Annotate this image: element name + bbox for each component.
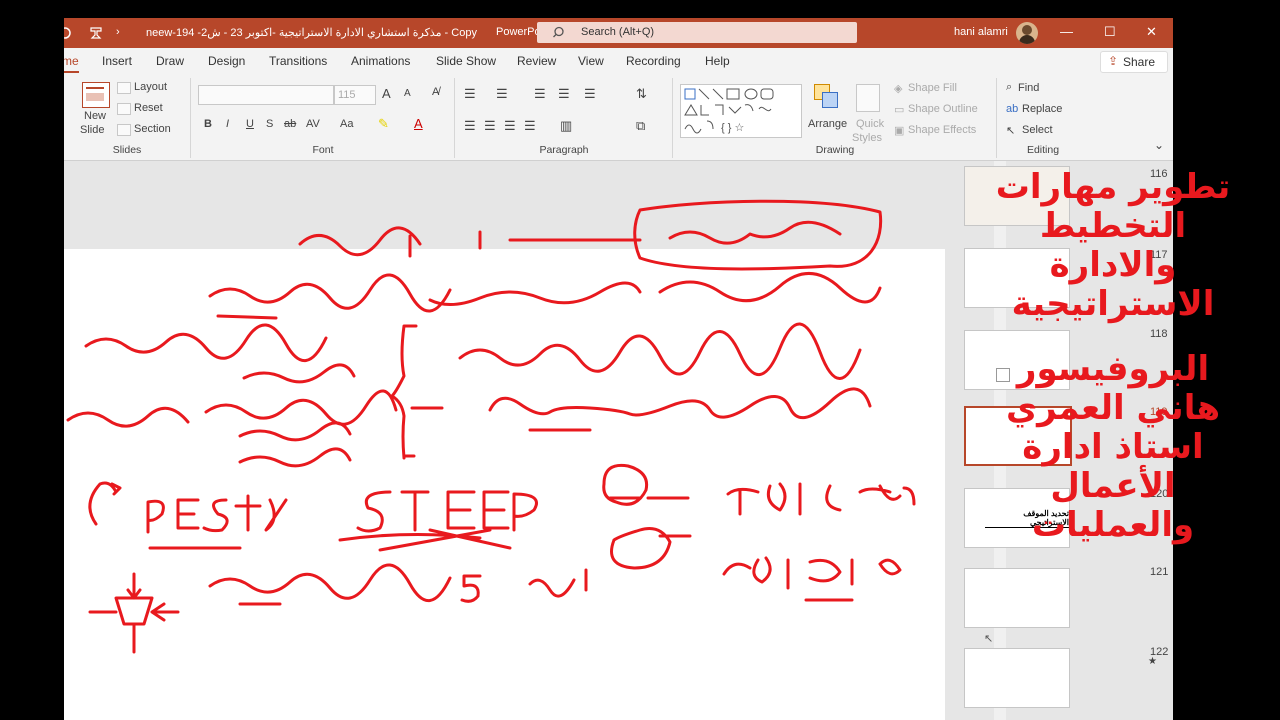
overlay-line-5: البروفيسور (1016, 349, 1210, 389)
overlay-spacer (968, 324, 1258, 350)
ink-right-tools (726, 482, 916, 516)
ink-circle-2 (610, 527, 692, 570)
ink-title-scribble (668, 220, 842, 245)
overlay-line-1: تطوير مهارات (995, 167, 1231, 207)
ink-left-1 (84, 323, 328, 363)
mouse-cursor-icon: ↖ (984, 633, 994, 645)
overlay-line-2: التخطيط (1039, 206, 1187, 246)
ink-left-5 (238, 447, 352, 468)
ink-brace (390, 324, 444, 460)
ink-steep-cross (338, 528, 512, 552)
ink-curved-arrow (88, 481, 122, 526)
ink-steep-letters (356, 490, 538, 533)
ink-pest-letters (146, 494, 288, 534)
ink-funnel (88, 572, 180, 654)
ink-word-1 (298, 226, 482, 258)
overlay-line-3: والادارة (1049, 245, 1177, 285)
overlay-line-8: الأعمال (1050, 466, 1176, 506)
ink-line-3 (458, 322, 862, 380)
ink-right-values (722, 556, 902, 590)
overlay-caption: تطوير مهارات التخطيط والادارة الاستراتيج… (968, 168, 1258, 545)
ink-underline-2 (216, 314, 278, 320)
ink-circle-1 (602, 463, 690, 506)
ink-line-4 (488, 387, 872, 419)
ink-left-2 (242, 363, 356, 384)
ink-left-6 (66, 406, 190, 428)
ink-bottom-right (528, 568, 588, 598)
overlay-line-4: الاستراتيجية (1011, 284, 1215, 324)
overlay-line-9: والعمليات (1031, 505, 1195, 545)
overlay-line-7: استاذ ادارة (1022, 427, 1204, 467)
ink-line-2 (208, 272, 882, 313)
ink-left-4 (238, 421, 352, 442)
ink-bottom-phrase (208, 563, 452, 603)
ink-left-3 (204, 389, 398, 426)
overlay-line-6: هاني العمري (1005, 388, 1221, 428)
ink-five (460, 574, 482, 603)
